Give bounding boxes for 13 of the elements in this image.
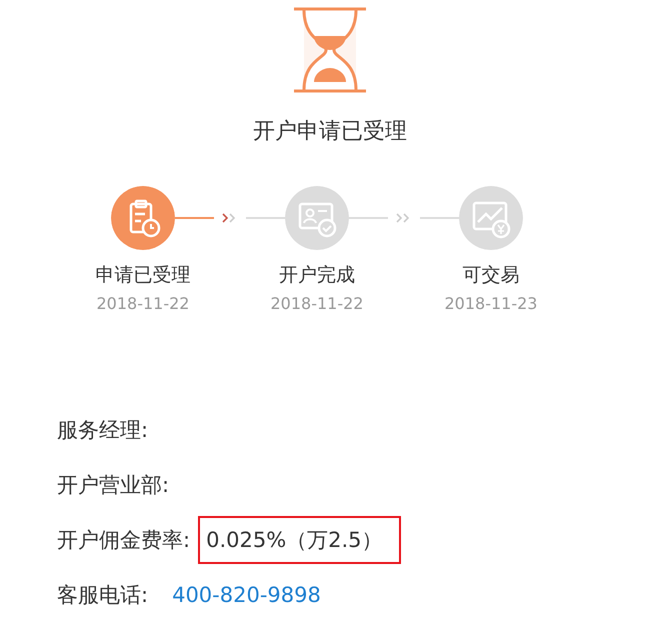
status-title: 开户申请已受理 bbox=[253, 118, 407, 146]
detail-label: 客服电话: bbox=[57, 582, 148, 608]
step-date: 2018-11-22 bbox=[270, 294, 364, 313]
detail-label: 开户佣金费率: bbox=[57, 526, 190, 554]
detail-value: 0.025%（万2.5） bbox=[206, 526, 383, 554]
step-date: 2018-11-22 bbox=[96, 294, 190, 313]
step-label: 申请已受理 bbox=[96, 263, 190, 288]
phone-link[interactable]: 400-820-9898 bbox=[172, 582, 321, 606]
detail-label: 服务经理: bbox=[57, 416, 148, 444]
step-date: 2018-11-23 bbox=[444, 294, 538, 313]
step-label: 可交易 bbox=[462, 263, 520, 288]
step-label: 开户完成 bbox=[279, 263, 355, 288]
detail-label: 开户营业部: bbox=[57, 472, 170, 498]
